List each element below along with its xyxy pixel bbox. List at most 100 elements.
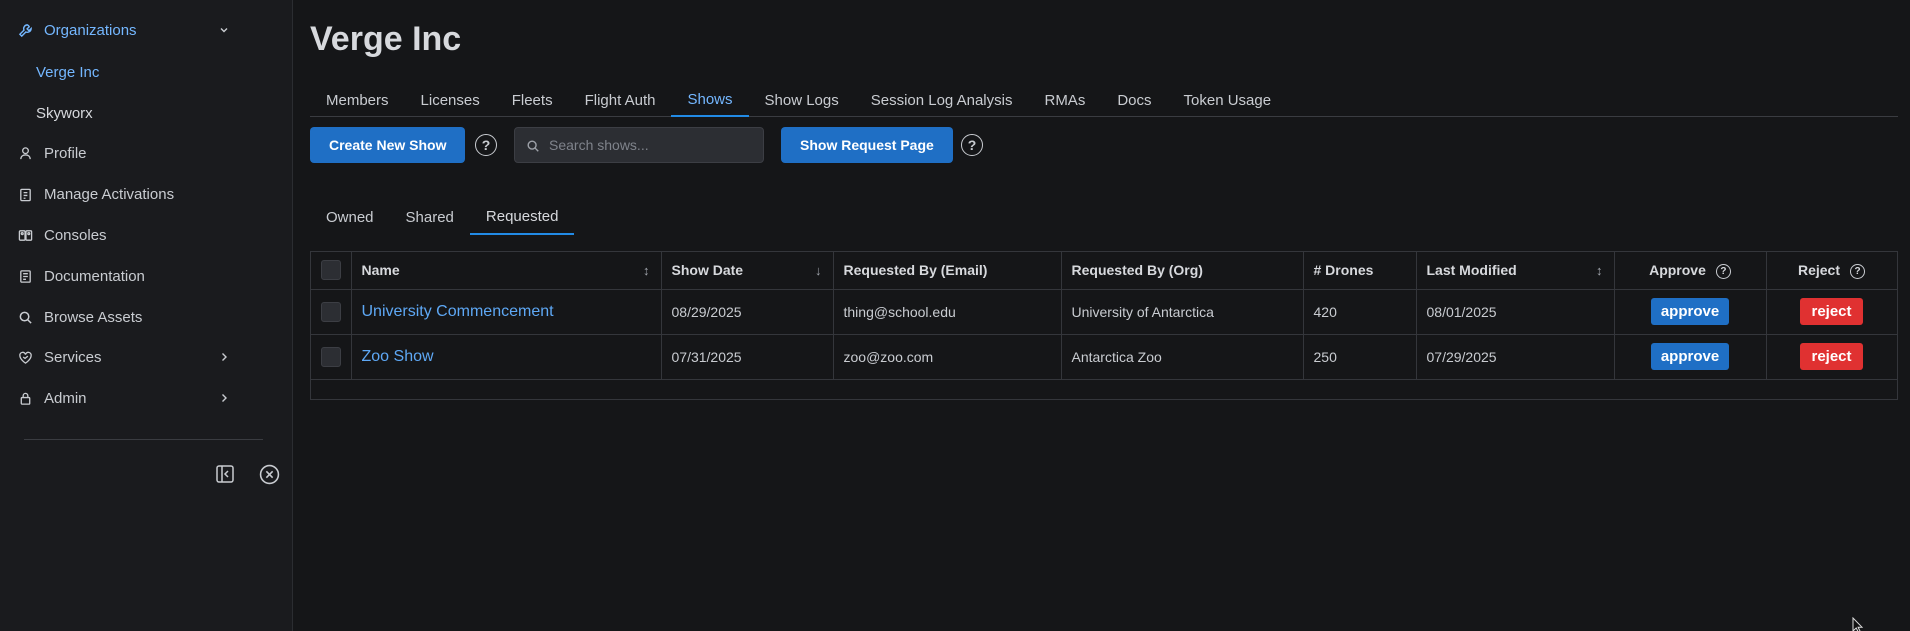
close-circle-icon[interactable]	[257, 462, 281, 486]
sidebar-item-label: Consoles	[44, 226, 107, 244]
sidebar-item-profile[interactable]: Profile	[0, 134, 293, 172]
tab-session-log-analysis[interactable]: Session Log Analysis	[855, 83, 1029, 117]
sidebar: Organizations Verge Inc Skyworx Profile …	[0, 0, 293, 631]
subtab-requested[interactable]: Requested	[469, 200, 575, 235]
tab-flight-auth[interactable]: Flight Auth	[569, 83, 672, 117]
show-name-cell: University Commencement	[351, 289, 662, 335]
main-content: Verge Inc Members Licenses Fleets Flight…	[310, 0, 1900, 631]
tab-docs[interactable]: Docs	[1101, 83, 1167, 117]
sidebar-item-label: Admin	[44, 389, 87, 407]
subtab-shared[interactable]: Shared	[390, 200, 470, 235]
tab-members[interactable]: Members	[310, 83, 405, 117]
sidebar-item-browse-assets[interactable]: Browse Assets	[0, 298, 293, 336]
sort-down-icon[interactable]: ↓	[815, 263, 822, 278]
sidebar-org-verge-inc[interactable]: Verge Inc	[36, 57, 99, 87]
row-select-cell	[311, 334, 352, 380]
sort-icon[interactable]: ↕	[1596, 263, 1603, 278]
header-label: Reject	[1797, 261, 1841, 278]
row-checkbox[interactable]	[321, 301, 341, 322]
search-icon	[16, 308, 34, 326]
requested-email-cell: thing@school.edu	[833, 289, 1062, 335]
row-checkbox[interactable]	[321, 346, 341, 367]
show-date-cell: 08/29/2025	[661, 289, 834, 335]
tab-rmas[interactable]: RMAs	[1028, 83, 1101, 117]
column-header-reject: Reject?	[1766, 252, 1898, 290]
column-header-name[interactable]: Name ↕	[351, 252, 662, 290]
help-icon[interactable]: ?	[961, 134, 983, 156]
sidebar-org-skyworx[interactable]: Skyworx	[36, 98, 93, 128]
table-header-row: Name ↕ Show Date ↓ Requested By (Email) Re…	[311, 252, 1898, 290]
mouse-cursor-icon	[1852, 617, 1864, 631]
chevron-right-icon	[222, 394, 227, 402]
show-subtabs: Owned Shared Requested	[310, 200, 575, 235]
requested-shows-table: Name ↕ Show Date ↓ Requested By (Email) Re…	[310, 251, 1898, 400]
search-icon	[527, 140, 539, 152]
create-new-show-button[interactable]: Create New Show	[310, 127, 466, 163]
select-all-checkbox[interactable]	[321, 260, 341, 281]
sidebar-divider	[24, 439, 263, 440]
help-icon[interactable]: ?	[1715, 263, 1731, 279]
approve-button[interactable]: approve	[1650, 298, 1730, 325]
last-modified-cell: 07/29/2025	[1416, 334, 1615, 380]
collapse-sidebar-icon[interactable]	[213, 462, 237, 486]
lock-icon	[16, 389, 34, 407]
requested-email-cell: zoo@zoo.com	[833, 334, 1062, 380]
sidebar-item-label: Organizations	[44, 21, 137, 39]
last-modified-cell: 08/01/2025	[1416, 289, 1615, 335]
reject-cell: reject	[1766, 334, 1898, 380]
column-header-requested-org: Requested By (Org)	[1061, 252, 1304, 290]
show-name-link[interactable]: Zoo Show	[362, 348, 434, 365]
column-header-requested-email: Requested By (Email)	[833, 252, 1062, 290]
sidebar-item-manage-activations[interactable]: Manage Activations	[0, 175, 293, 213]
approve-cell: approve	[1614, 334, 1767, 380]
page-title: Verge Inc	[310, 20, 462, 58]
drones-cell: 250	[1303, 334, 1417, 380]
approve-button[interactable]: approve	[1650, 343, 1730, 370]
column-header-show-date[interactable]: Show Date ↓	[661, 252, 834, 290]
help-icon[interactable]: ?	[1850, 263, 1866, 279]
column-header-last-modified[interactable]: Last Modified ↕	[1416, 252, 1615, 290]
org-tabs: Members Licenses Fleets Flight Auth Show…	[310, 83, 1898, 117]
column-header-approve: Approve?	[1614, 252, 1767, 290]
subtab-owned[interactable]: Owned	[310, 200, 390, 235]
requested-org-cell: Antarctica Zoo	[1061, 334, 1304, 380]
sidebar-item-label: Services	[44, 348, 102, 366]
show-date-cell: 07/31/2025	[661, 334, 834, 380]
sidebar-item-label: Manage Activations	[44, 185, 175, 203]
heart-handshake-icon	[16, 348, 34, 366]
sidebar-item-organizations[interactable]: Organizations	[0, 11, 293, 49]
approve-cell: approve	[1614, 289, 1767, 335]
search-box	[514, 127, 764, 163]
drones-cell: 420	[1303, 289, 1417, 335]
header-label: Last Modified	[1426, 262, 1517, 279]
toolbar: Create New Show ? Show Request Page ?	[310, 127, 1898, 163]
sidebar-item-services[interactable]: Services	[0, 338, 293, 376]
header-label: Name	[361, 262, 400, 279]
reject-button[interactable]: reject	[1800, 298, 1863, 325]
column-header-drones: # Drones	[1303, 252, 1417, 290]
show-name-link[interactable]: University Commencement	[362, 303, 554, 320]
chevron-down-icon	[220, 28, 228, 33]
row-select-cell	[311, 289, 352, 335]
table-row: Zoo Show 07/31/2025 zoo@zoo.com Antarcti…	[311, 334, 1898, 380]
tab-shows[interactable]: Shows	[671, 83, 749, 117]
tab-licenses[interactable]: Licenses	[405, 83, 496, 117]
tab-token-usage[interactable]: Token Usage	[1168, 83, 1288, 117]
search-input[interactable]	[549, 128, 759, 162]
select-all-cell	[311, 252, 352, 290]
help-icon[interactable]: ?	[475, 134, 497, 156]
user-icon	[16, 144, 34, 162]
sidebar-item-consoles[interactable]: Consoles	[0, 216, 293, 254]
sort-icon[interactable]: ↕	[643, 263, 650, 278]
sidebar-item-label: Browse Assets	[44, 308, 143, 326]
show-request-page-button[interactable]: Show Request Page	[781, 127, 953, 163]
sidebar-item-admin[interactable]: Admin	[0, 379, 293, 417]
tab-fleets[interactable]: Fleets	[496, 83, 569, 117]
tab-show-logs[interactable]: Show Logs	[749, 83, 855, 117]
sidebar-item-label: Documentation	[44, 267, 145, 285]
sidebar-item-documentation[interactable]: Documentation	[0, 257, 293, 295]
requested-org-cell: University of Antarctica	[1061, 289, 1304, 335]
header-label: Approve	[1649, 261, 1706, 278]
header-label: Show Date	[671, 262, 744, 279]
reject-button[interactable]: reject	[1800, 343, 1863, 370]
